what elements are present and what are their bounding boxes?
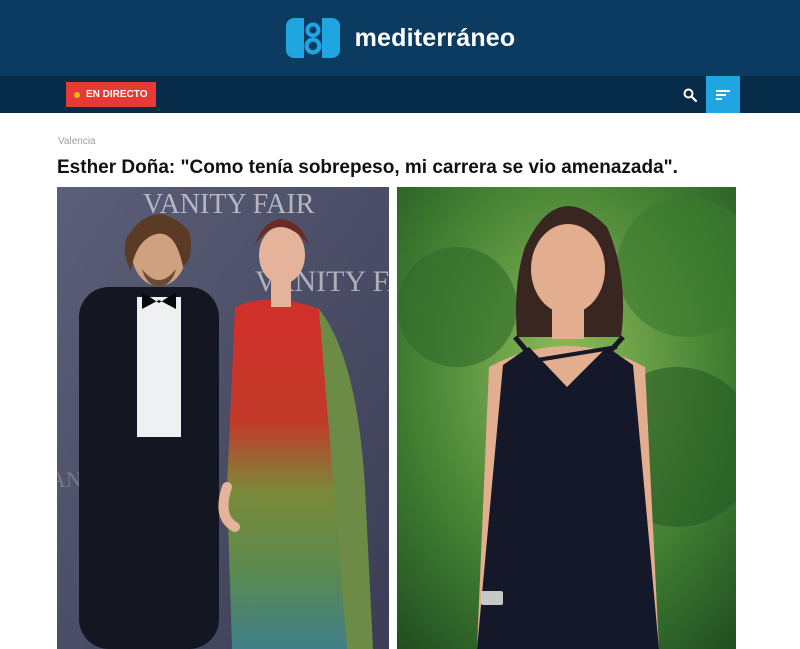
menu-button[interactable] bbox=[706, 76, 740, 113]
photo-red-carpet: VANITY FAIR VANITY FAIR VANITY FAIR bbox=[57, 187, 389, 649]
breadcrumb-category[interactable]: Valencia bbox=[58, 136, 96, 147]
article-headline[interactable]: Esther Doña: "Como tenía sobrepeso, mi c… bbox=[57, 157, 678, 179]
live-label: EN DIRECTO bbox=[86, 89, 148, 100]
menu-lines-icon bbox=[716, 89, 730, 100]
search-icon bbox=[683, 88, 697, 102]
number-eight-logo-icon bbox=[285, 18, 340, 58]
backdrop-text: VANITY FAIR bbox=[143, 189, 315, 220]
search-button[interactable] bbox=[674, 76, 706, 113]
brand-name: mediterráneo bbox=[354, 23, 516, 52]
live-button[interactable]: EN DIRECTO bbox=[66, 82, 156, 107]
nav-bar: EN DIRECTO bbox=[0, 76, 800, 113]
photo-garden-portrait bbox=[397, 187, 736, 649]
site-header: mediterráneo bbox=[0, 0, 800, 76]
brand[interactable]: mediterráneo bbox=[285, 17, 516, 59]
live-dot-icon bbox=[74, 91, 80, 98]
